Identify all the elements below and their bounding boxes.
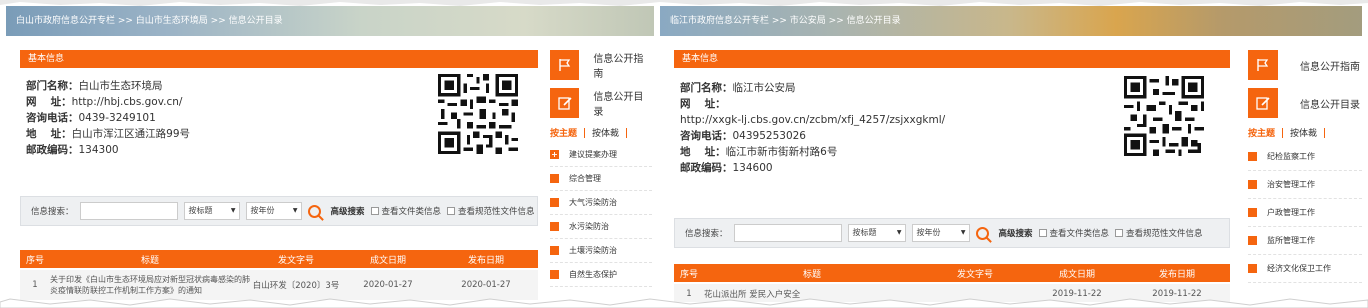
sidebar: 信息公开指南 信息公开目录 按主题 按体裁 + 建议提案办理 综合管理 大气污染防… [550, 50, 652, 287]
table-row[interactable]: 1 花山派出所 爱民入户安全 2019-11-22 2019-11-22 [674, 284, 1230, 302]
file-info-checkbox[interactable]: 查看文件类信息 [370, 205, 441, 217]
section-title-bar: 基本信息 [674, 50, 1230, 68]
disclosure-catalog-button[interactable]: 信息公开目录 [550, 88, 652, 118]
flag-icon [1248, 50, 1278, 80]
tab-by-topic[interactable]: 按主题 [550, 126, 577, 139]
search-label: 信息搜索： [685, 229, 728, 239]
year-select[interactable]: 按年份 [245, 202, 302, 220]
square-bullet-icon [1248, 180, 1257, 189]
qr-code [1124, 76, 1204, 156]
category-tabs: 按主题 按体裁 [1248, 126, 1362, 139]
plus-icon: + [550, 150, 559, 159]
tab-by-topic[interactable]: 按主题 [1248, 126, 1275, 139]
category-item[interactable]: 治安管理工作 [1248, 171, 1362, 199]
breadcrumb[interactable]: 临江市政府信息公开专栏 >> 市公安局 >> 信息公开目录 [660, 6, 1362, 36]
edit-icon [550, 88, 580, 118]
category-item[interactable]: 水污染防治 [550, 215, 652, 239]
category-item[interactable]: 大气污染防治 [550, 191, 652, 215]
square-bullet-icon [1248, 152, 1257, 161]
category-item[interactable]: + 建议提案办理 [550, 143, 652, 167]
edit-icon [1248, 88, 1278, 118]
flag-icon [550, 50, 580, 80]
normative-file-checkbox[interactable]: 查看规范性文件信息 [447, 205, 535, 217]
tab-divider [584, 127, 586, 138]
square-bullet-icon [550, 270, 559, 279]
search-label: 信息搜索： [31, 207, 74, 217]
square-bullet-icon [550, 246, 559, 255]
main-content: 基本信息 部门名称：临江市公安局 网 址： http://xxgk-lj.cbs… [674, 50, 1230, 302]
tab-by-genre[interactable]: 按体裁 [1290, 126, 1317, 139]
info-row-postcode: 邮政编码：134600 [680, 162, 773, 174]
search-input[interactable] [733, 224, 842, 242]
basic-info: 部门名称：临江市公安局 网 址： http://xxgk-lj.cbs.gov.… [674, 68, 1230, 176]
search-bar: 信息搜索： 按标题 按年份 高级搜索 查看文件类信息 查看规范性文件信息 [674, 218, 1230, 248]
table-header: 序号 标题 发文字号 成文日期 发布日期 [674, 264, 1230, 282]
advanced-search-link[interactable]: 高级搜索 [999, 227, 1033, 239]
file-info-checkbox[interactable]: 查看文件类信息 [1038, 227, 1109, 239]
table-header: 序号 标题 发文字号 成文日期 发布日期 [20, 250, 538, 268]
square-bullet-icon [1248, 208, 1257, 217]
search-bar: 信息搜索： 按标题 按年份 高级搜索 查看文件类信息 查看规范性文件信息 [20, 196, 538, 226]
search-input[interactable] [79, 202, 178, 220]
category-item[interactable]: 综合管理 [550, 167, 652, 191]
normative-file-checkbox[interactable]: 查看规范性文件信息 [1115, 227, 1203, 239]
tab-divider [626, 127, 628, 138]
advanced-search-link[interactable]: 高级搜索 [331, 205, 365, 217]
breadcrumb[interactable]: 白山市政府信息公开专栏 >> 白山市生态环境局 >> 信息公开目录 [6, 6, 654, 36]
disclosure-catalog-button[interactable]: 信息公开目录 [1248, 88, 1362, 118]
category-item[interactable]: 自然生态保护 [550, 263, 652, 287]
left-panel: 白山市政府信息公开专栏 >> 白山市生态环境局 >> 信息公开目录 基本信息 部… [6, 6, 654, 302]
title-select[interactable]: 按标题 [183, 202, 240, 220]
category-item[interactable]: 经济文化保卫工作 [1248, 255, 1362, 283]
table-row[interactable]: 1 关于印发《白山市生态环境局应对新型冠状病毒感染的肺炎疫情联防联控工作机制工作… [20, 270, 538, 300]
category-item[interactable]: 土壤污染防治 [550, 239, 652, 263]
square-bullet-icon [550, 198, 559, 207]
section-title-bar: 基本信息 [20, 50, 538, 68]
title-select[interactable]: 按标题 [847, 224, 906, 242]
qr-code [438, 74, 518, 154]
category-item[interactable]: 监所管理工作 [1248, 227, 1362, 255]
square-bullet-icon [1248, 264, 1257, 273]
main-content: 基本信息 部门名称：白山市生态环境局 网 址：http://hbj.cbs.go… [20, 50, 538, 300]
disclosure-guide-button[interactable]: 信息公开指南 [1248, 50, 1362, 80]
square-bullet-icon [550, 174, 559, 183]
category-item[interactable]: 纪检监察工作 [1248, 143, 1362, 171]
right-panel: 临江市政府信息公开专栏 >> 市公安局 >> 信息公开目录 基本信息 部门名称：… [660, 6, 1362, 302]
square-bullet-icon [1248, 236, 1257, 245]
tab-divider [1324, 127, 1326, 138]
basic-info: 部门名称：白山市生态环境局 网 址：http://hbj.cbs.gov.cn/… [20, 68, 538, 158]
sidebar: 信息公开指南 信息公开目录 按主题 按体裁 纪检监察工作 治安管理工作 户政管理… [1248, 50, 1362, 283]
search-icon[interactable] [975, 226, 989, 240]
category-tabs: 按主题 按体裁 [550, 126, 652, 139]
year-select[interactable]: 按年份 [911, 224, 970, 242]
tab-divider [1282, 127, 1284, 138]
tab-by-genre[interactable]: 按体裁 [592, 126, 619, 139]
square-bullet-icon [550, 222, 559, 231]
disclosure-guide-button[interactable]: 信息公开指南 [550, 50, 652, 80]
search-icon[interactable] [307, 204, 321, 218]
category-item[interactable]: 户政管理工作 [1248, 199, 1362, 227]
